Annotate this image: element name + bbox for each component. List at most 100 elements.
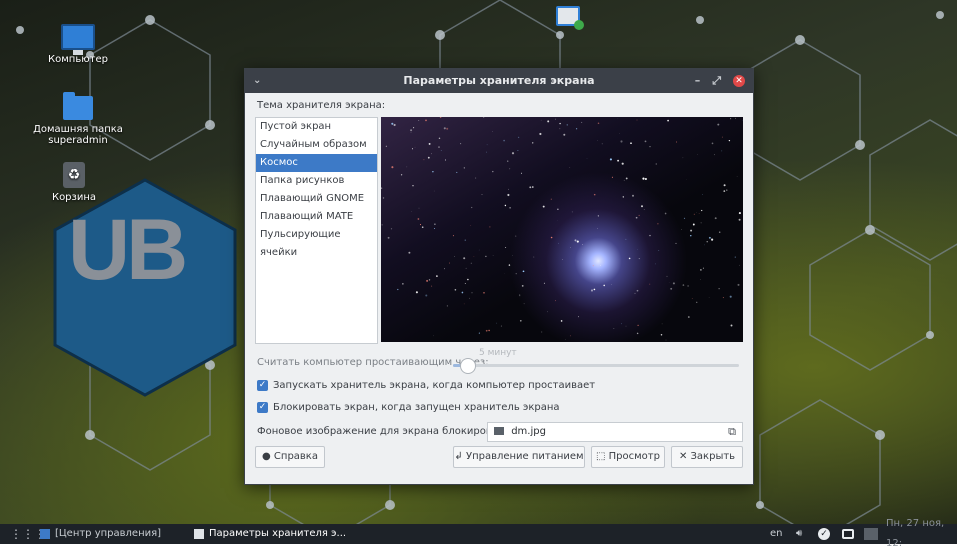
security-shield-icon[interactable]: ✓ (818, 524, 830, 544)
desktop-icon-computer[interactable]: Компьютер (36, 24, 120, 65)
power-button-label: Управление питанием (466, 451, 584, 462)
theme-item-pictures-folder[interactable]: Папка рисунков (256, 172, 377, 190)
minimize-button[interactable]: – (695, 69, 701, 93)
star (420, 224, 421, 225)
lock-background-file-chooser[interactable]: dm.jpg ⧉ (487, 422, 743, 442)
screensaver-preview (381, 117, 743, 342)
keyboard-layout-indicator[interactable]: en (770, 524, 783, 544)
star (520, 320, 522, 322)
taskbar-label: [Центр управления] (55, 524, 161, 544)
trash-icon: ♻ (63, 162, 85, 188)
star (551, 199, 552, 200)
desktop-icon-label: Домашняя папка superadmin (30, 124, 126, 146)
star (662, 324, 663, 325)
idle-delay-slider[interactable] (453, 364, 739, 367)
theme-item-floating-gnome[interactable]: Плавающий GNOME (256, 190, 377, 208)
lock-background-row: Фоновое изображение для экрана блокировк… (257, 422, 743, 442)
preview-button-label: Просмотр (609, 451, 660, 462)
desktop-icon-trash[interactable]: ♻ Корзина (32, 162, 116, 203)
star (610, 158, 612, 160)
star (431, 286, 432, 287)
theme-list[interactable]: Пустой экран Случайным образом Космос Па… (255, 117, 378, 344)
star (731, 325, 733, 327)
star (428, 157, 430, 159)
star (391, 228, 392, 229)
close-window-button[interactable]: ✕ (733, 75, 745, 87)
star (434, 191, 435, 192)
star (717, 124, 719, 126)
network-drive-icon[interactable] (556, 6, 580, 26)
star (386, 146, 387, 147)
window-titlebar[interactable]: ⌄ Параметры хранителя экрана – ⤢ ✕ (245, 69, 753, 93)
activate-when-idle-row[interactable]: ✓ Запускать хранитель экрана, когда комп… (257, 377, 595, 393)
star (676, 243, 677, 244)
star (471, 263, 472, 264)
notifications-icon[interactable] (842, 524, 854, 544)
star (598, 123, 600, 125)
copy-icon[interactable]: ⧉ (728, 423, 736, 441)
theme-label: Тема хранителя экрана: (257, 100, 385, 111)
clock[interactable]: Пн, 27 ноя, 12: (886, 524, 957, 544)
star (438, 146, 440, 148)
control-center-icon (40, 529, 50, 539)
star (453, 235, 454, 236)
star (657, 223, 658, 224)
star (551, 237, 553, 239)
star (704, 245, 705, 246)
show-desktop-button[interactable] (864, 524, 878, 544)
star (381, 188, 382, 189)
star (508, 189, 509, 190)
preview-button[interactable]: ⬚ Просмотр (591, 446, 665, 468)
star (739, 212, 741, 214)
star (412, 148, 413, 149)
star (558, 243, 559, 244)
star (518, 137, 519, 138)
window-menu-icon[interactable]: ⌄ (253, 69, 261, 93)
star (684, 218, 685, 219)
taskbar-item-control-center[interactable]: [Центр управления] (40, 524, 161, 544)
star (600, 265, 601, 266)
star (582, 244, 583, 245)
lock-background-filename: dm.jpg (511, 426, 546, 437)
power-management-button[interactable]: ↲ Управление питанием (453, 446, 585, 468)
help-button[interactable]: ● Справка (255, 446, 325, 468)
star (486, 330, 488, 332)
theme-item-floating-mate[interactable]: Плавающий MATE (256, 208, 377, 226)
star (444, 268, 445, 269)
theme-item-pulsing-cells[interactable]: Пульсирующие ячейки (256, 226, 377, 244)
volume-icon[interactable]: 🔊︎ (796, 524, 802, 544)
star (670, 288, 672, 290)
logo-text: UB (68, 207, 184, 293)
theme-item-cosmos[interactable]: Космос (256, 154, 377, 172)
star (594, 194, 596, 196)
slider-thumb[interactable] (460, 358, 476, 374)
lock-screen-row[interactable]: ✓ Блокировать экран, когда запущен храни… (257, 399, 560, 415)
star (730, 296, 732, 298)
star (382, 224, 383, 225)
theme-item-random[interactable]: Случайным образом (256, 136, 377, 154)
star (512, 152, 514, 154)
star (709, 237, 711, 239)
star (694, 214, 695, 215)
maximize-button[interactable]: ⤢ (712, 69, 721, 93)
star (467, 279, 469, 281)
star (533, 257, 534, 258)
star (411, 132, 412, 133)
star (709, 297, 710, 298)
star (469, 298, 470, 299)
star (489, 226, 490, 227)
close-button[interactable]: ✕ Закрыть (671, 446, 743, 468)
star (614, 328, 615, 329)
lock-checkbox[interactable]: ✓ (257, 402, 268, 413)
star (649, 284, 650, 285)
star (630, 142, 632, 144)
star (402, 283, 403, 284)
star (637, 333, 639, 335)
theme-item-blank[interactable]: Пустой экран (256, 118, 377, 136)
star (447, 305, 448, 306)
star (711, 239, 713, 241)
taskbar-item-screensaver[interactable]: Параметры хранителя э... (194, 524, 346, 544)
image-file-icon (494, 427, 504, 435)
activate-checkbox[interactable]: ✓ (257, 380, 268, 391)
desktop-icon-home-folder[interactable]: Домашняя папка superadmin (30, 96, 126, 146)
